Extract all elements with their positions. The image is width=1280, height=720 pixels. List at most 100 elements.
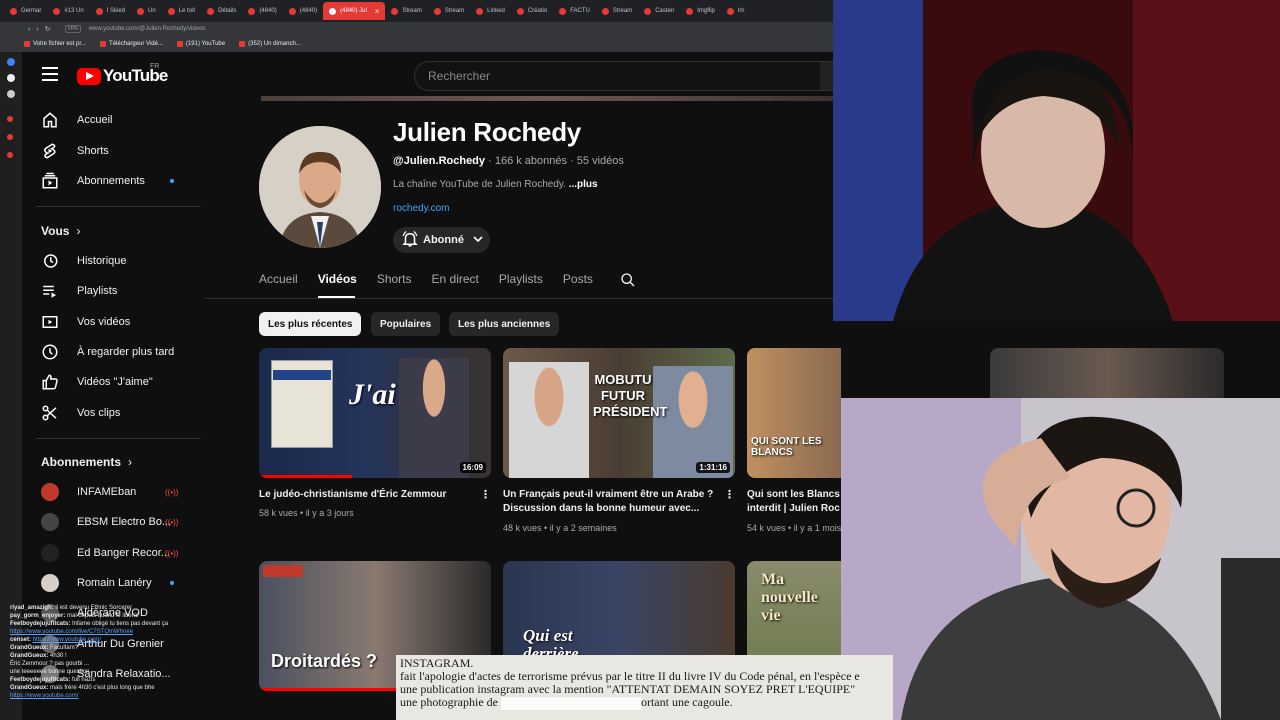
video-thumbnail[interactable] [990,348,1224,398]
search-button[interactable] [820,61,833,91]
vpn-badge[interactable]: VPN [64,25,81,33]
browser-tab[interactable]: Stream [428,2,470,20]
video-meta: 54 k vues • il y a 1 mois [747,523,841,533]
browser-tab[interactable]: FACTU [553,2,596,20]
subscribed-button[interactable]: Abonné [393,227,490,253]
browser-tab[interactable]: (4840) [283,2,323,20]
guest-figure-left [509,362,589,478]
sidebar-item-label: Abonnements [77,175,145,187]
video-thumbnail[interactable]: J'ai lu. 16:09 [259,348,491,478]
video-thumbnail[interactable]: MOBUTU FUTUR PRÉSIDENT 1:31:16 [503,348,735,478]
sidebar-item-abonnements[interactable]: Abonnements [22,166,202,196]
more-vert-icon[interactable]: ⋮ [480,488,491,501]
video-title[interactable]: Un Français peut-il vraiment être un Ara… [503,488,718,516]
channel-tab[interactable]: Accueil [259,272,298,292]
search-input[interactable]: Rechercher [414,61,833,91]
tiktok-icon[interactable] [7,74,15,82]
video-title[interactable]: Qui sont les Blancs interdit | Julien Ro… [747,488,841,516]
browser-tab[interactable]: Imgflip [680,2,721,20]
browser-tab[interactable]: Casten [638,2,680,20]
tab-label: (4840) [259,8,277,14]
sidebar-item-vos-videos[interactable]: Vos vidéos [22,307,202,337]
search-icon[interactable] [620,272,636,288]
tab-favicon-icon [476,7,484,15]
address-bar[interactable]: ‹›↻ VPN www.youtube.com/@Julien.Rochedy/… [0,22,833,36]
sidebar-item-label: Ed Banger Recor... [77,547,170,559]
browser-tab[interactable]: Un [131,2,162,20]
search-placeholder: Rechercher [428,69,491,83]
chat-message: une teeeeeee bonne question [10,668,395,676]
sidebar-subscription[interactable]: INFAMEban ((•)) [22,477,202,507]
browser-tab[interactable]: (4840) [242,2,282,20]
sidebar-item-shorts[interactable]: Shorts [22,136,202,166]
nav-arrows[interactable]: ‹›↻ [28,25,57,33]
browser-tab[interactable]: #13 Un [47,2,89,20]
sidebar-subscription[interactable]: Ed Banger Recor... ((•)) [22,538,202,568]
channel-tab[interactable]: Shorts [377,272,412,292]
sidebar-item-playlists[interactable]: Playlists [22,276,202,306]
sort-chip[interactable]: Populaires [371,312,441,336]
sidebar-item-label: À regarder plus tard [77,346,175,358]
more-vert-icon[interactable]: ⋮ [724,488,735,501]
sidebar-section-vous[interactable]: Vous › [41,224,80,238]
tab-favicon-icon [686,7,694,15]
channel-description[interactable]: La chaîne YouTube de Julien Rochedy. ...… [393,179,598,190]
sidebar-item-clips[interactable]: Vos clips [22,398,202,428]
tabs-divider [205,298,833,299]
sidebar-item-accueil[interactable]: Accueil [22,105,202,135]
history-rail-icon[interactable] [7,116,13,122]
channel-tab[interactable]: Vidéos [318,272,357,292]
chat-message: riyad_amazigh: il est devenu Ethnic Sorc… [10,604,395,612]
sidebar-item-liked-videos[interactable]: Vidéos "J'aime" [22,367,202,397]
channel-handle: @Julien.Rochedy [393,155,486,167]
channel-tab[interactable]: Playlists [499,272,543,292]
bookmark-item[interactable]: (191) YouTube [176,41,225,47]
browser-tab[interactable]: Détails [201,2,242,20]
browser-tab[interactable]: (4840) Jul × [323,2,386,20]
browser-tab[interactable]: Le toit [162,2,201,20]
close-tab-icon[interactable]: × [375,7,380,16]
sort-chip[interactable]: Les plus récentes [259,312,362,336]
channel-link[interactable]: rochedy.com [393,203,450,214]
url-text[interactable]: www.youtube.com/@Julien.Rochedy/videos [89,26,205,32]
tab-favicon-icon [601,7,609,15]
sidebar-item-watch-later[interactable]: À regarder plus tard [22,337,202,367]
browser-tab[interactable]: Linked [470,2,511,20]
sidebar-item-label: INFAMEban [77,486,137,498]
channel-tab[interactable]: En direct [432,272,479,292]
sidebar-item-historique[interactable]: Historique [22,246,202,276]
more-link[interactable]: ...plus [569,179,598,190]
browser-tab[interactable]: Stream [596,2,638,20]
download-rail-icon[interactable] [7,134,13,140]
bookmark-item[interactable]: (352) Un dimanch... [239,41,301,47]
sidebar-item-label: Shorts [77,145,109,157]
bookmark-label: (352) Un dimanch... [248,41,301,47]
sidebar-item-label: Accueil [77,114,113,126]
chat-text: mai depuis quand le liberal [67,613,139,619]
bookmark-item[interactable]: Téléchargeur Vidé... [100,41,163,47]
video-title[interactable]: Le judéo-christianisme d'Éric Zemmour [259,488,474,502]
browser-tab[interactable]: Germar [4,2,47,20]
settings-rail-icon[interactable] [7,152,13,158]
menu-icon[interactable] [42,67,58,81]
bookmark-favicon-icon [100,41,107,47]
messenger-icon[interactable] [7,58,15,66]
sort-chip[interactable]: Les plus anciennes [449,312,560,336]
youtube-logo[interactable]: YouTube FR [77,63,168,86]
sidebar-subscription[interactable]: EBSM Electro Bo... ((•)) [22,507,202,537]
chat-message: Feetboydejujufitcats: full nazis [10,676,395,684]
browser-tab[interactable]: Créatio [511,2,553,20]
x-icon[interactable] [7,90,15,98]
chat-message: Feetboydejujufitcats: Infame obligé tu t… [10,620,395,628]
browser-tab[interactable]: Stream [385,2,427,20]
channel-tab[interactable]: Posts [563,272,593,292]
sidebar-subscription[interactable]: Romain Lanéry [22,568,202,598]
bookmark-item[interactable]: Votre fichier est pr... [24,41,86,47]
video-thumbnail[interactable]: QUI SONT LES BLANCS [747,348,841,478]
tab-label: Germar [21,8,42,14]
browser-tab[interactable]: Im [721,2,751,20]
sidebar-section-abonnements[interactable]: Abonnements › [41,455,132,469]
browser-tab[interactable]: I Skied [90,2,131,20]
tab-label: #13 Un [64,8,84,14]
video-duration: 1:31:16 [696,462,730,473]
